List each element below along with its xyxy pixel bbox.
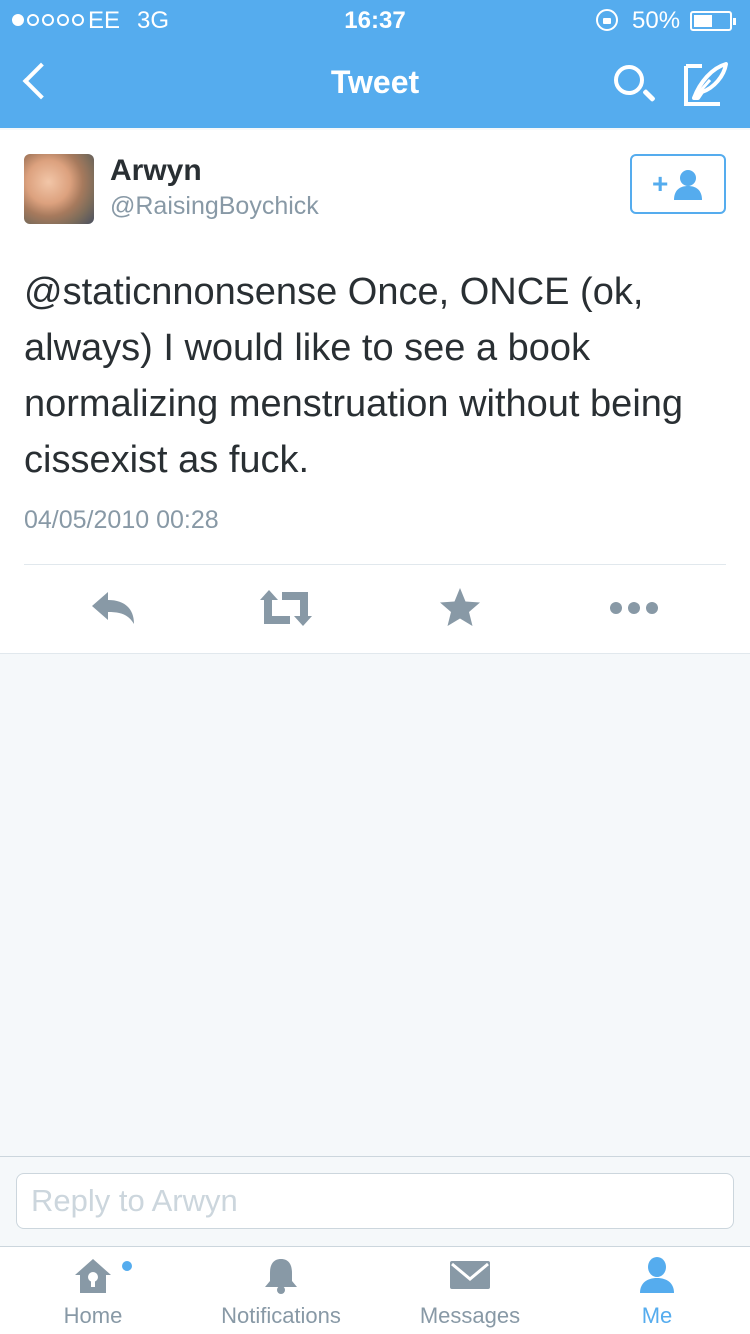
author-name[interactable]: Arwyn xyxy=(110,154,202,188)
follow-plus-label: + xyxy=(652,168,669,199)
compose-quill-icon xyxy=(684,62,728,106)
retweet-button[interactable] xyxy=(256,586,316,630)
tweet-timestamp: 04/05/2010 00:28 xyxy=(24,506,219,534)
battery-percent: 50% xyxy=(632,7,681,34)
rotation-lock-icon xyxy=(596,9,618,31)
divider xyxy=(24,564,726,565)
bell-icon xyxy=(265,1259,297,1294)
tab-home[interactable]: Home xyxy=(0,1247,186,1334)
add-person-icon xyxy=(674,170,702,200)
favorite-button[interactable] xyxy=(430,586,490,630)
back-button[interactable] xyxy=(14,58,62,106)
tab-label: Me xyxy=(641,1303,673,1328)
top-bar: EE 3G 16:37 50% Tweet xyxy=(0,0,750,128)
envelope-icon xyxy=(450,1261,490,1289)
tab-notifications[interactable]: Notifications xyxy=(186,1247,376,1334)
star-icon xyxy=(440,588,480,626)
home-unread-dot xyxy=(122,1261,132,1271)
more-icon xyxy=(610,602,658,614)
tab-messages[interactable]: Messages xyxy=(376,1247,564,1334)
reply-button[interactable] xyxy=(84,586,144,630)
search-button[interactable] xyxy=(608,60,658,110)
retweet-icon xyxy=(260,590,312,626)
reply-icon xyxy=(92,592,134,624)
avatar[interactable] xyxy=(24,154,94,224)
battery-icon xyxy=(690,11,736,31)
tab-label: Messages xyxy=(419,1303,521,1328)
tab-label: Home xyxy=(63,1303,123,1328)
tab-me[interactable]: Me xyxy=(564,1247,750,1334)
author-handle[interactable]: @RaisingBoychick xyxy=(110,192,319,221)
reply-bar xyxy=(0,1156,750,1246)
home-icon xyxy=(75,1259,111,1293)
tweet-card: Arwyn @RaisingBoychick + @staticnnonsens… xyxy=(0,130,750,654)
status-bar: EE 3G 16:37 50% xyxy=(0,0,750,40)
person-icon xyxy=(640,1257,674,1293)
tab-label: Notifications xyxy=(221,1303,341,1328)
tweet-text: @staticnnonsense Once, ONCE (ok, always)… xyxy=(24,271,684,481)
compose-button[interactable] xyxy=(680,58,732,110)
reply-input[interactable] xyxy=(16,1173,734,1229)
tab-bar: Home Notifications Messages Me xyxy=(0,1246,750,1334)
more-button[interactable] xyxy=(604,586,664,630)
follow-button[interactable]: + xyxy=(630,154,726,214)
